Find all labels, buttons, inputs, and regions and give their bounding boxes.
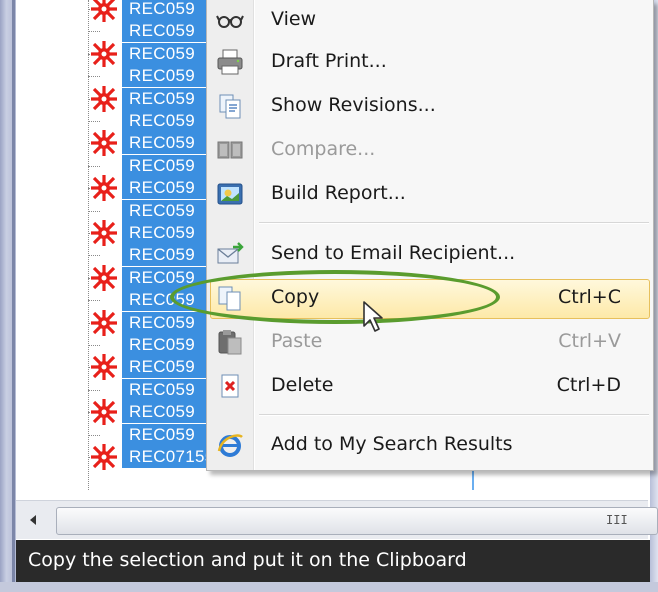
revisions-icon [219,94,241,119]
email-icon [217,242,244,264]
window-frame-border [12,0,15,592]
record-name: REC059 [129,111,196,130]
status-text: Copy the selection and put it on the Cli… [28,549,467,571]
scroll-left-arrow-icon[interactable] [30,515,36,525]
scrollbar-thumb[interactable] [56,507,658,535]
menu-item-view[interactable]: View [207,0,653,40]
record-name: REC059 [129,357,196,377]
menu-item-label: Send to Email Recipient... [271,242,516,264]
record-status-icon [91,264,117,291]
record-status-icon [91,220,117,246]
menu-item-delete[interactable]: Delete Ctrl+D [207,366,653,406]
glasses-icon [216,15,244,28]
tree-connector [88,300,100,302]
menu-separator [259,222,649,224]
internet-explorer-icon [217,434,243,457]
menu-item-show-revisions[interactable]: Show Revisions... [207,86,653,126]
mouse-cursor-icon [363,301,383,332]
menu-item-label: Paste [271,330,323,352]
scrollbar-grip: III [606,513,628,527]
record-name: REC059 [129,88,196,108]
record-status-icon [91,85,117,112]
menu-item-label: Build Report... [271,182,406,204]
menu-item-shortcut: Ctrl+V [558,330,621,352]
menu-item-label: Show Revisions... [271,94,436,116]
record-name: REC059 [129,21,196,41]
menu-item-label: Add to My Search Results [271,433,513,455]
tree-connector [88,345,100,346]
menu-item-draft-print[interactable]: Draft Print... [207,42,653,82]
record-status-icon [91,399,117,426]
report-icon [217,183,243,205]
menu-item-shortcut: Ctrl+D [556,374,621,396]
tree-connector [88,255,100,257]
record-name: REC059 [129,200,196,220]
tree-connector [88,121,100,122]
horizontal-scrollbar[interactable]: III [16,500,658,539]
menu-item-label: Draft Print... [271,50,387,72]
record-name: REC059 [129,312,196,332]
record-name: REC059 [129,66,196,86]
tree-connector [88,165,100,167]
tree-connector [88,434,100,436]
tree-connector [88,389,100,391]
record-name: REC059 [129,335,196,354]
annotation-ring [170,270,500,324]
record-status-icon [91,444,117,470]
paste-icon [218,330,242,355]
menu-separator [259,414,649,416]
delete-icon [221,374,239,398]
record-status-icon [91,40,117,67]
window-frame-bottom [0,582,658,592]
menu-item-build-report[interactable]: Build Report... [207,174,653,214]
record-name: REC059 [129,379,196,399]
tree-connector [88,31,100,33]
tree-connector [88,210,100,212]
menu-item-label: Delete [271,374,334,396]
record-name: REC059 [129,133,196,153]
menu-item-label: View [271,8,317,30]
record-name: REC059 [129,178,196,198]
menu-item-send-email[interactable]: Send to Email Recipient... [207,234,653,274]
menu-item-label: Compare... [271,138,376,160]
menu-item-add-search-results[interactable]: Add to My Search Results [207,425,653,465]
record-status-icon [91,354,117,381]
menu-item-compare[interactable]: Compare... [207,130,653,170]
record-name: REC059 [129,155,196,175]
compare-icon [217,141,243,159]
menu-item-shortcut: Ctrl+C [558,286,621,308]
record-name: REC059 [129,0,196,18]
record-status-icon [91,175,117,202]
menu-item-paste[interactable]: Paste Ctrl+V [207,322,653,362]
context-menu: View Draft Print... Show Revisions... Co… [206,0,654,471]
status-bar: Copy the selection and put it on the Cli… [16,540,650,582]
record-name: REC059 [129,223,196,242]
record-name: REC059 [129,245,196,265]
record-name: REC059 [129,43,196,63]
record-status-icon [91,130,117,157]
record-name: REC059 [129,402,196,422]
printer-icon [217,49,243,75]
tree-connector [88,76,100,78]
record-status-icon [91,309,117,336]
record-name: REC059 [129,424,196,444]
